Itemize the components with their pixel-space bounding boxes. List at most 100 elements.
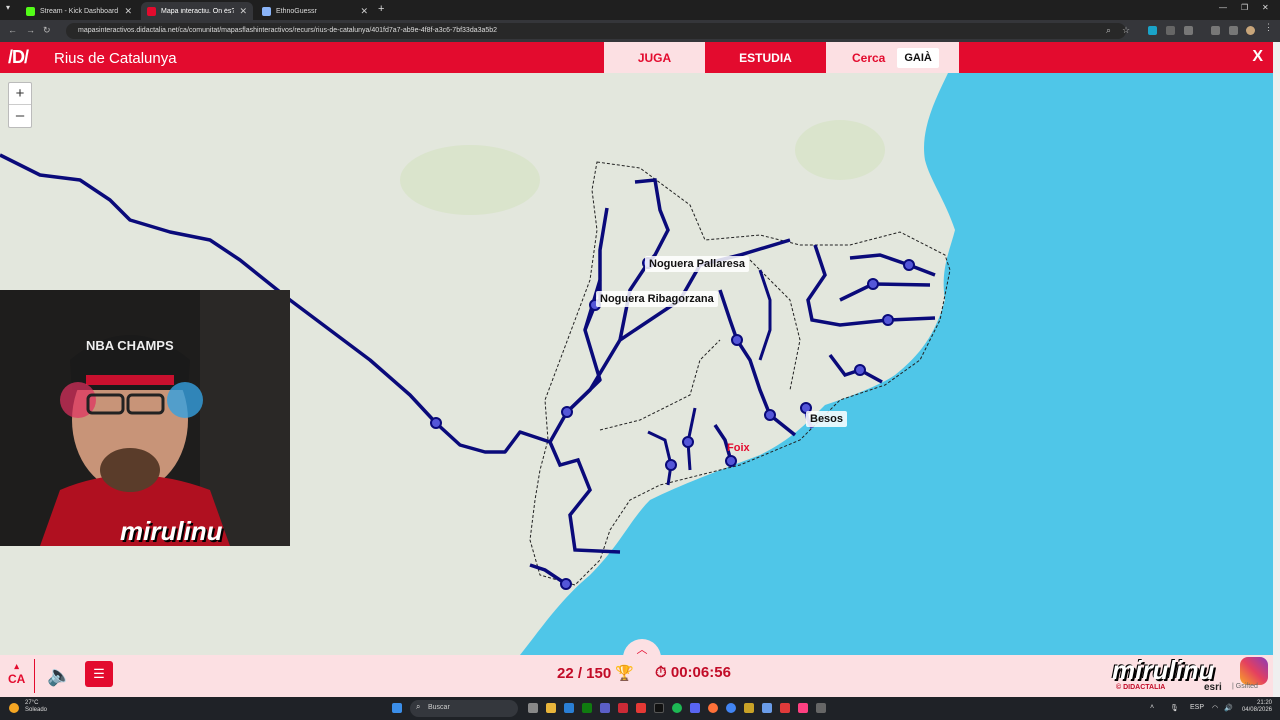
river-marker[interactable] (903, 259, 915, 271)
streamer-name-overlay: mirulinu (120, 516, 223, 546)
tab-menu-icon[interactable]: ▾ (6, 3, 10, 12)
url-field[interactable]: mapasinteractivos.didactalia.net/ca/comu… (66, 23, 1126, 39)
river-cardener[interactable] (758, 269, 772, 361)
taskbar-search[interactable]: Buscar (410, 700, 518, 717)
windows-start-icon[interactable] (392, 703, 402, 713)
scrollbar[interactable] (1273, 42, 1280, 697)
minimize-icon[interactable]: — (1219, 3, 1227, 12)
river-marker[interactable] (561, 406, 573, 418)
search-icon: ⌕ (416, 702, 421, 711)
river-ebre-lower[interactable] (548, 441, 621, 554)
downloads-icon[interactable] (1211, 26, 1220, 35)
river-fluvia[interactable] (839, 282, 931, 302)
sound-icon[interactable]: 🔈 (47, 663, 72, 688)
browser-menu-icon[interactable]: ⋮ (1264, 22, 1273, 32)
reload-icon[interactable]: ↻ (43, 25, 51, 36)
extension-icon[interactable] (1148, 26, 1157, 35)
language-selector[interactable]: ▴ CA (8, 661, 25, 686)
river-marker[interactable] (682, 436, 694, 448)
xbox-icon[interactable] (582, 703, 592, 713)
river-marker[interactable] (560, 578, 572, 590)
profile-avatar[interactable] (1246, 26, 1255, 35)
zoom-out-button[interactable]: – (9, 105, 31, 127)
language-indicator[interactable]: ESP (1190, 704, 1204, 711)
teams-icon[interactable] (600, 703, 610, 713)
river-noguera-ribagorzana[interactable] (583, 207, 609, 331)
river-marker[interactable] (764, 409, 776, 421)
chrome-icon[interactable] (726, 703, 736, 713)
target-river-name: GAIÀ (897, 47, 939, 68)
address-bar: ← → ↻ mapasinteractivos.didactalia.net/c… (0, 20, 1280, 42)
map-label: Besos (806, 411, 848, 427)
wifi-icon[interactable]: ◠ (1212, 704, 1218, 712)
webcam-image (0, 290, 290, 546)
forward-icon[interactable]: → (26, 25, 35, 35)
game-footer: ▴ CA 🔈 ☰ 22 / 150 🏆 ⏱ 00:06:56 (0, 655, 1273, 697)
zoom-in-button[interactable]: + (9, 83, 31, 105)
close-game-button[interactable]: X (1252, 48, 1263, 66)
notepad-icon[interactable] (762, 703, 772, 713)
back-icon[interactable]: ← (8, 25, 17, 35)
discord-icon[interactable] (690, 703, 700, 713)
system-clock[interactable]: 21:20 04/08/2026 (1242, 700, 1272, 714)
extensions-puzzle-icon[interactable] (1184, 26, 1193, 35)
river-marker[interactable] (867, 278, 879, 290)
app-icon[interactable] (780, 703, 790, 713)
chat-list-icon[interactable]: ☰ (85, 661, 113, 687)
river-francoli[interactable] (647, 430, 673, 486)
browser-tab-mapa[interactable]: Mapa interactiu. On és? Rius de Cataluny… (141, 2, 253, 20)
tiktok-icon[interactable] (654, 703, 664, 713)
volume-icon[interactable]: 🔊 (1224, 704, 1233, 712)
browser-tab-ethnoguessr[interactable]: EthnoGuessr ✕ (256, 2, 374, 20)
extension-icon[interactable] (1166, 26, 1175, 35)
app-header: /D/ Rius de Catalunya JUGA ESTUDIA Cerca… (0, 42, 1273, 73)
river-muga[interactable] (849, 253, 936, 277)
chevron-up-icon: ▴ (14, 661, 19, 671)
terrain-area (400, 145, 540, 215)
river-marker[interactable] (854, 364, 866, 376)
close-tab-icon[interactable]: ✕ (124, 6, 132, 17)
instagram-icon (1240, 657, 1268, 685)
river-marker[interactable] (731, 334, 743, 346)
river-marker[interactable] (725, 455, 737, 467)
didactalia-logo[interactable]: /D/ (8, 47, 29, 68)
river-marker[interactable] (430, 417, 442, 429)
temperature: 27°C (25, 700, 39, 706)
bookmark-star-icon[interactable]: ☆ (1122, 25, 1130, 36)
river-senia[interactable] (529, 563, 567, 586)
new-tab-icon[interactable]: + (378, 3, 384, 15)
weather-widget[interactable]: 27°C Soleado (25, 700, 47, 714)
spotify-icon[interactable] (672, 703, 682, 713)
close-tab-icon[interactable]: ✕ (360, 6, 368, 17)
tab-juga[interactable]: JUGA (604, 42, 705, 73)
tray-chevron-icon[interactable]: ˄ (1150, 704, 1154, 711)
tab-estudia[interactable]: ESTUDIA (705, 42, 826, 73)
windows-taskbar: 27°C Soleado Buscar ⌕ ˄ 🎙 ESP ◠ 🔊 21:20 … (0, 697, 1280, 720)
tab-title: EthnoGuessr (276, 7, 317, 15)
river-marker[interactable] (665, 459, 677, 471)
mic-icon[interactable]: 🎙 (1170, 704, 1179, 712)
clock-time: 21:20 (1256, 700, 1272, 706)
task-view-icon[interactable] (528, 703, 538, 713)
app-icon[interactable] (618, 703, 628, 713)
file-explorer-icon[interactable] (546, 703, 556, 713)
firefox-icon[interactable] (708, 703, 718, 713)
river-marker[interactable] (882, 314, 894, 326)
app-icon[interactable] (816, 703, 826, 713)
tiktok-live-icon[interactable] (798, 703, 808, 713)
zoom-page-icon[interactable]: ⌕ (1106, 25, 1111, 36)
close-tab-icon[interactable]: ✕ (239, 6, 247, 17)
search-prompt: Cerca GAIÀ (826, 42, 959, 73)
app-icon[interactable] (744, 703, 754, 713)
browser-tab-kick[interactable]: Stream - Kick Dashboard ✕ (20, 2, 138, 20)
restore-icon[interactable]: ❐ (1241, 3, 1248, 12)
window-close-icon[interactable]: ✕ (1262, 3, 1269, 12)
terrain-area (795, 120, 885, 180)
brand-gsifted: | Gsifted (1232, 683, 1258, 690)
map-label: Noguera Ribagorzana (596, 291, 718, 307)
weather-status: Soleado (25, 707, 48, 713)
sidebar-icon[interactable] (1229, 26, 1238, 35)
river-llobregat[interactable] (718, 289, 797, 437)
app-icon[interactable] (636, 703, 646, 713)
edge-icon[interactable] (564, 703, 574, 713)
